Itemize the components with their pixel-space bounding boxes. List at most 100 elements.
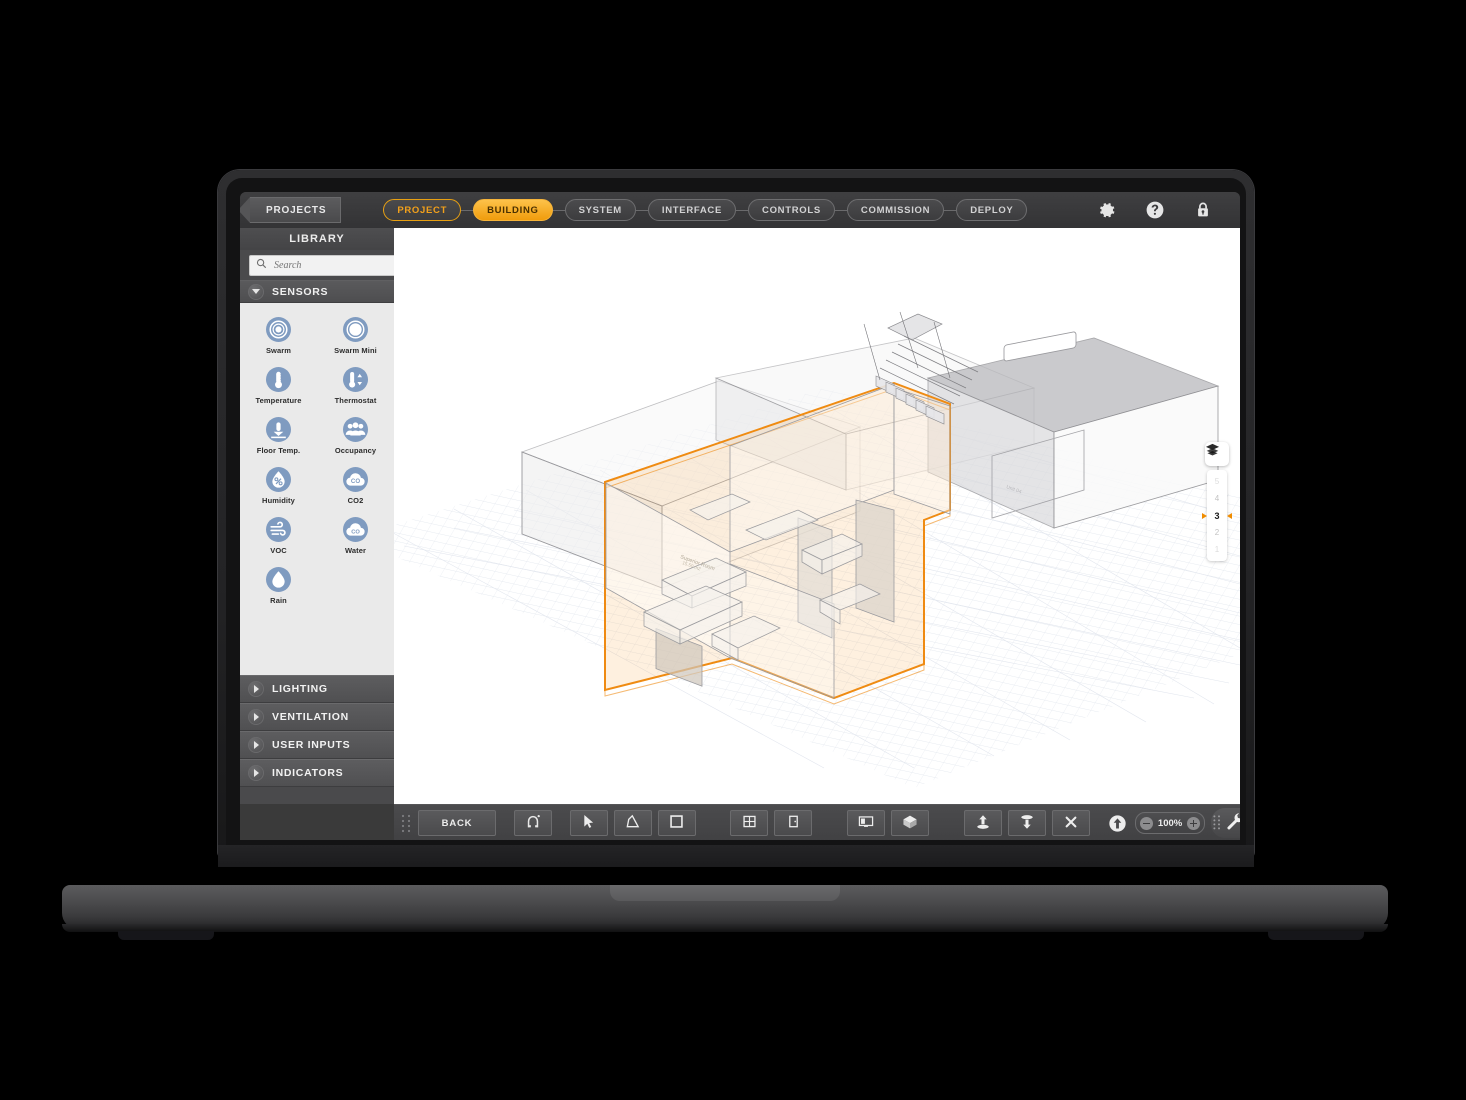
zoom-out-button[interactable]	[1139, 816, 1153, 830]
occupancy-icon	[343, 417, 368, 442]
step-system[interactable]: SYSTEM	[564, 199, 636, 221]
sensor-item-occupancy[interactable]: Occupancy	[317, 417, 394, 455]
laptop-base-lip	[62, 924, 1388, 932]
step-project[interactable]: PROJECT	[383, 199, 462, 221]
chevron-right-icon	[248, 709, 264, 725]
extrude-down-icon	[1019, 814, 1035, 833]
snap-magnet-tool[interactable]	[513, 810, 552, 836]
sidebar-section-user-inputs-label: USER INPUTS	[272, 739, 351, 751]
sensor-label: Rain	[270, 596, 287, 605]
sidebar-section-user-inputs[interactable]: USER INPUTS	[240, 731, 394, 759]
step-deploy[interactable]: DEPLOY	[956, 199, 1028, 221]
search-input[interactable]	[272, 258, 396, 272]
lock-icon[interactable]	[1192, 199, 1214, 221]
sensor-item-swarm[interactable]: Swarm	[240, 317, 317, 355]
sensor-item-thermostat[interactable]: Thermostat	[317, 367, 394, 405]
polygon-tool[interactable]	[613, 810, 652, 836]
step-deploy-label: DEPLOY	[970, 204, 1014, 216]
chevron-right-icon	[248, 765, 264, 781]
back-button[interactable]: BACK	[418, 810, 496, 836]
nav-icon-group	[1096, 199, 1240, 221]
zoom-control[interactable]: 100%	[1134, 812, 1206, 834]
sensor-label: Water	[344, 546, 367, 555]
workflow-steps: PROJECT BUILDING SYSTEM INTERFACE CONTRO…	[383, 199, 1028, 221]
step-system-label: SYSTEM	[578, 204, 622, 216]
floor-item-2[interactable]: 2	[1207, 524, 1227, 541]
step-connector	[635, 209, 648, 211]
sidebar-section-indicators[interactable]: INDICATORS	[240, 759, 394, 787]
top-navigation-bar: PROJECTS PROJECT BUILDING SYSTEM INTERFA…	[240, 192, 1240, 229]
sensor-item-swarm-mini[interactable]: Swarm Mini	[317, 317, 394, 355]
extrude-down-tool[interactable]	[1008, 810, 1047, 836]
sensor-item-co2[interactable]: CO CO2	[317, 467, 394, 505]
step-interface[interactable]: INTERFACE	[647, 199, 737, 221]
window-tool[interactable]	[730, 810, 769, 836]
sidebar-section-indicators-label: INDICATORS	[272, 767, 344, 779]
floor-item-3[interactable]: 3	[1202, 507, 1232, 524]
search-box[interactable]	[249, 254, 403, 276]
floor-temperature-icon	[266, 417, 291, 442]
sensor-item-water[interactable]: CO Water	[317, 517, 394, 555]
svg-text:CO: CO	[351, 478, 360, 485]
chevron-right-icon	[248, 681, 264, 697]
view-2d-tool[interactable]	[847, 810, 886, 836]
bottom-toolbar: BACK 100%	[394, 804, 1240, 840]
sensor-label: Floor Temp.	[256, 446, 301, 455]
back-button-label: BACK	[441, 817, 473, 829]
delete-tool[interactable]	[1052, 810, 1091, 836]
sensor-grid: Swarm Swarm Mini Temperature Thermostat …	[240, 317, 394, 605]
help-icon[interactable]	[1144, 199, 1166, 221]
sensor-item-temperature[interactable]: Temperature	[240, 367, 317, 405]
floor-selector[interactable]: 5 4 3 2 1	[1202, 470, 1232, 561]
search-row	[240, 250, 403, 280]
sensor-item-voc[interactable]: VOC	[240, 517, 317, 555]
gear-icon[interactable]	[1096, 199, 1118, 221]
sensor-item-rain[interactable]: Rain	[240, 567, 317, 605]
swarm-icon	[266, 317, 291, 342]
laptop-lid-chin	[218, 845, 1254, 867]
extrude-up-tool[interactable]	[964, 810, 1003, 836]
sensor-label: VOC	[270, 546, 287, 555]
sensor-item-floor-temp[interactable]: Floor Temp.	[240, 417, 317, 455]
arrow-up-circle-icon[interactable]	[1108, 814, 1127, 833]
step-connector	[834, 209, 847, 211]
wrench-icon[interactable]	[1225, 811, 1240, 835]
sidebar-section-ventilation[interactable]: VENTILATION	[240, 703, 394, 731]
zoom-in-button[interactable]	[1187, 816, 1201, 830]
search-icon	[256, 256, 267, 274]
drag-dots-icon[interactable]	[400, 812, 412, 834]
layers-button[interactable]	[1205, 442, 1229, 466]
step-commission[interactable]: COMMISSION	[846, 199, 945, 221]
select-tool[interactable]	[569, 810, 608, 836]
view-3d-tool[interactable]	[891, 810, 930, 836]
cursor-arrow-icon	[582, 814, 596, 832]
step-project-label: PROJECT	[397, 204, 448, 216]
building-3d-canvas[interactable]: Superior Room 15.50 m2 Unit 04 5 4 3 2 1	[394, 228, 1240, 804]
sidebar-section-ventilation-label: VENTILATION	[272, 711, 349, 723]
sensor-label: Occupancy	[334, 446, 377, 455]
sidebar-section-lighting-label: LIGHTING	[272, 683, 328, 695]
floor-item-1[interactable]: 1	[1207, 541, 1227, 558]
grip-dots-icon	[1212, 814, 1222, 832]
laptop-foot-left	[118, 931, 214, 940]
sensor-item-humidity[interactable]: Humidity	[240, 467, 317, 505]
view-2d-icon	[858, 815, 874, 832]
settings-grip[interactable]	[1211, 808, 1240, 838]
thermostat-icon	[343, 367, 368, 392]
laptop-base-notch	[610, 885, 840, 901]
projects-back-button[interactable]: PROJECTS	[240, 197, 342, 223]
floor-item-5[interactable]: 5	[1207, 473, 1227, 490]
projects-back-label: PROJECTS	[266, 204, 327, 216]
floor-item-4[interactable]: 4	[1207, 490, 1227, 507]
chevron-down-icon	[248, 283, 264, 300]
door-tool[interactable]	[774, 810, 813, 836]
zoom-level-label: 100%	[1157, 817, 1183, 829]
rectangle-icon	[669, 814, 684, 832]
step-connector	[461, 209, 474, 211]
step-controls[interactable]: CONTROLS	[748, 199, 835, 221]
sidebar-section-sensors[interactable]: SENSORS	[240, 280, 394, 303]
step-building[interactable]: BUILDING	[473, 199, 553, 221]
sensor-label: CO2	[347, 496, 364, 505]
sidebar-section-lighting[interactable]: LIGHTING	[240, 675, 394, 703]
rectangle-tool[interactable]	[657, 810, 696, 836]
